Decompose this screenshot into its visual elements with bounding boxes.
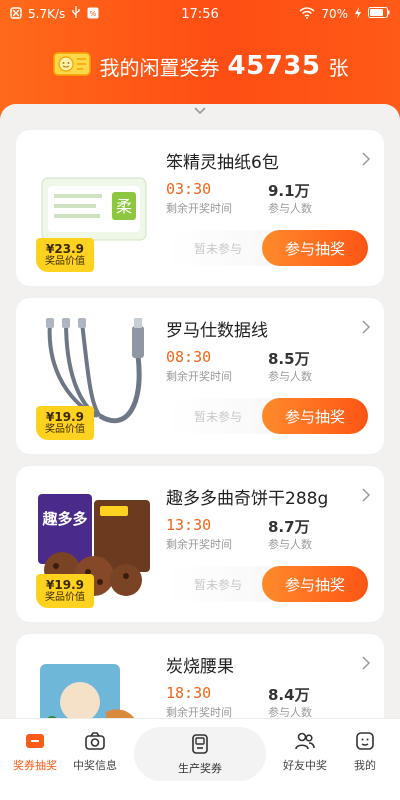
join-status: 暂未参与: [194, 410, 243, 424]
participant-label: 参与人数: [268, 538, 312, 551]
participant-count: 8.5万: [268, 350, 310, 368]
countdown-label: 剩余开奖时间: [166, 538, 232, 551]
tab-produce-tickets[interactable]: 生产奖券: [134, 727, 266, 781]
tab-profile[interactable]: 我的: [330, 729, 400, 773]
participant-count: 9.1万: [268, 182, 310, 200]
header-prefix: 我的闲置奖券: [99, 55, 220, 80]
participant-label: 参与人数: [268, 370, 312, 383]
tab-label: 我的: [354, 759, 376, 772]
tab-label: 奖券抽奖: [13, 759, 57, 772]
prize-title: 笨精灵抽纸6包: [166, 153, 279, 173]
countdown-time: 03:30: [166, 180, 212, 198]
join-lottery-button[interactable]: 参与抽奖: [262, 398, 368, 434]
battery-icon: [368, 7, 390, 21]
participant-count: 8.7万: [268, 518, 310, 536]
join-status: 暂未参与: [194, 242, 243, 256]
profile-face-icon: [356, 732, 374, 750]
join-lottery-button[interactable]: 参与抽奖: [262, 566, 368, 602]
prize-card-cookies[interactable]: 趣多多 ¥19.9 奖品价值 趣多多曲奇饼干288g 13:30 剩余开奖时间 …: [16, 466, 384, 622]
tab-label: 生产奖券: [178, 762, 222, 775]
status-bar: 5.7K/s % 17:56 70%: [0, 0, 400, 28]
participant-label: 参与人数: [268, 202, 312, 215]
prize-title: 炭烧腰果: [166, 657, 234, 677]
chevron-right-icon[interactable]: [362, 488, 370, 502]
countdown-label: 剩余开奖时间: [166, 370, 232, 383]
join-lottery-button[interactable]: 参与抽奖: [262, 230, 368, 266]
camera-icon: [85, 732, 105, 750]
svg-text:柔: 柔: [116, 197, 132, 216]
machine-icon: [192, 734, 208, 754]
tab-winning-info[interactable]: 中奖信息: [60, 729, 130, 773]
prize-card-cable[interactable]: ¥19.9 奖品价值 罗马仕数据线 08:30 剩余开奖时间 8.5万 参与人数…: [16, 298, 384, 454]
price-tag: ¥19.9 奖品价值: [36, 574, 94, 608]
tab-label: 好友中奖: [283, 759, 327, 772]
network-speed: 5.7K/s: [28, 7, 66, 21]
chevron-right-icon[interactable]: [362, 320, 370, 334]
ticket-summary: 我的闲置奖券 45735 张: [0, 44, 400, 88]
countdown-time: 18:30: [166, 684, 212, 702]
ticket-tab-icon: [26, 734, 44, 748]
countdown-time: 13:30: [166, 516, 212, 534]
prize-card-tissue[interactable]: 柔 ¥23.9 奖品价值 笨精灵抽纸6包 03:30 剩余开奖时间 9.1万 参…: [16, 130, 384, 286]
prize-title: 罗马仕数据线: [166, 321, 268, 341]
usb-icon: [71, 6, 81, 22]
countdown-time: 08:30: [166, 348, 212, 366]
app-notification-icon: %: [87, 7, 99, 22]
battery-percent: 70%: [321, 7, 348, 21]
ticket-icon: [52, 51, 92, 81]
ticket-count: 45735: [227, 51, 321, 81]
participant-count: 8.4万: [268, 686, 310, 704]
chevron-right-icon[interactable]: [362, 656, 370, 670]
notification-icon: [10, 6, 22, 22]
price-tag: ¥23.9 奖品价值: [36, 238, 94, 272]
svg-text:趣多多: 趣多多: [41, 510, 87, 528]
chevron-right-icon[interactable]: [362, 152, 370, 166]
header-suffix: 张: [328, 55, 349, 80]
price-tag: ¥19.9 奖品价值: [36, 406, 94, 440]
tab-label: 中奖信息: [73, 759, 117, 772]
countdown-label: 剩余开奖时间: [166, 202, 232, 215]
prize-title: 趣多多曲奇饼干288g: [166, 489, 329, 509]
bottom-tab-bar: 奖券抽奖 中奖信息 生产奖券 好友中奖 我的: [0, 718, 400, 800]
friends-icon: [295, 732, 315, 750]
svg-text:%: %: [90, 10, 97, 18]
chevron-down-icon[interactable]: [192, 106, 208, 116]
charging-icon: [354, 6, 362, 22]
join-status: 暂未参与: [194, 578, 243, 592]
wifi-icon: [299, 6, 315, 22]
